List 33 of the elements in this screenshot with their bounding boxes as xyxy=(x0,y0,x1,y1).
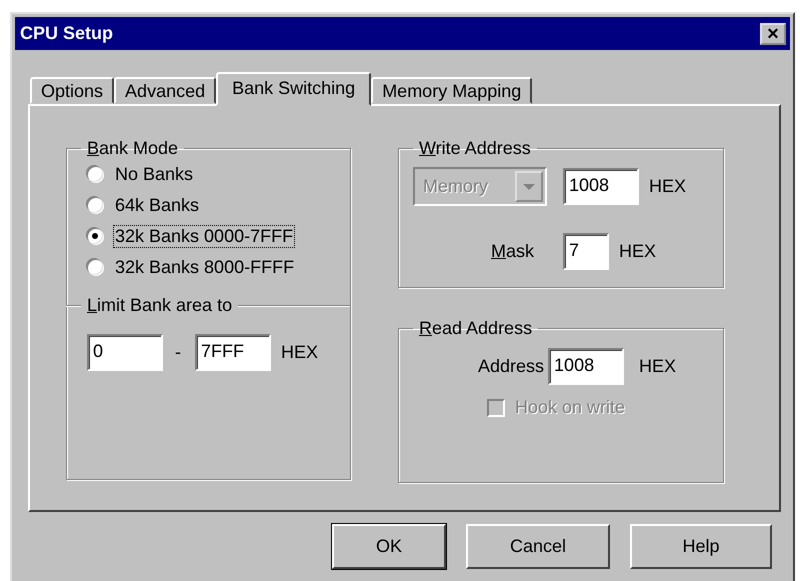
tab[interactable]: Options xyxy=(30,77,114,104)
group-label: Limit Bank area to xyxy=(86,295,234,316)
dialog-button[interactable]: Cancel xyxy=(466,524,610,569)
radio-button[interactable] xyxy=(87,228,103,244)
close-button[interactable]: × xyxy=(760,22,786,44)
radio-label: 32k Banks 0000-7FFF xyxy=(113,224,296,248)
radio-button[interactable] xyxy=(87,197,103,213)
input-field[interactable]: 7FFF xyxy=(195,334,271,371)
group-label: Bank Mode xyxy=(86,138,180,159)
tab[interactable]: Bank Switching xyxy=(216,72,372,106)
range-separator: - xyxy=(175,342,181,363)
field-label: Mask xyxy=(491,241,536,262)
dialog-button[interactable]: OK xyxy=(332,524,446,569)
input-field[interactable]: 1008 xyxy=(548,348,624,385)
field-label: Address xyxy=(478,356,544,377)
checkbox-label: Hook on write xyxy=(515,397,626,418)
radio-label: No Banks xyxy=(114,162,194,186)
unit-label: HEX xyxy=(649,176,686,197)
input-field[interactable]: 0 xyxy=(87,334,163,371)
group-label: Write Address xyxy=(418,138,532,159)
unit-label: HEX xyxy=(619,241,656,262)
input-field[interactable]: 1008 xyxy=(563,168,639,205)
window-title: CPU Setup xyxy=(20,23,114,44)
unit-label: HEX xyxy=(281,342,318,363)
input-field[interactable]: 7 xyxy=(563,233,609,270)
radio-label: 32k Banks 8000-FFFF xyxy=(114,256,296,278)
radio-button[interactable] xyxy=(87,259,103,275)
tab[interactable]: Memory Mapping xyxy=(371,77,532,104)
dialog-button[interactable]: Help xyxy=(630,524,772,569)
radio-label: 64k Banks xyxy=(114,194,200,216)
unit-label: HEX xyxy=(639,356,676,377)
radio-button[interactable] xyxy=(87,166,103,182)
group-label: Read Address xyxy=(418,318,534,339)
